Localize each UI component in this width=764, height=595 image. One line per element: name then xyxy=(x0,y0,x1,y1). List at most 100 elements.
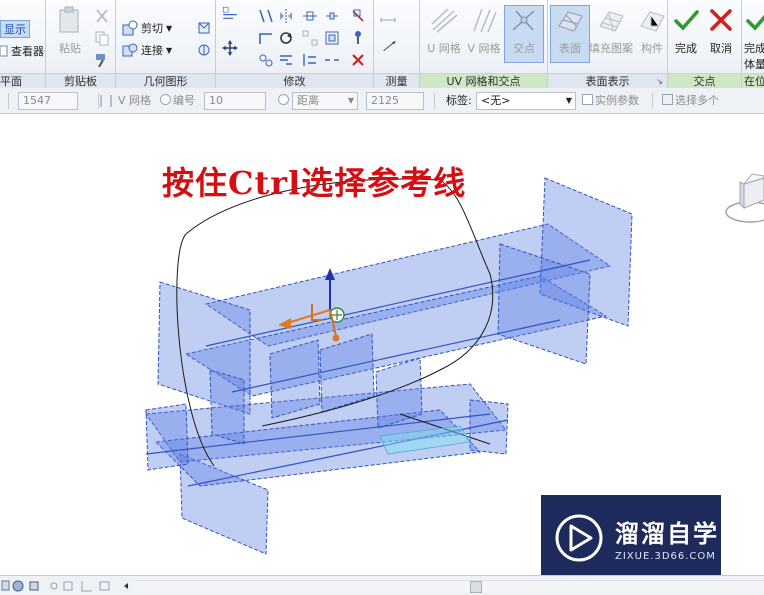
dropdown-arrow-icon: ▼ xyxy=(347,96,354,105)
v-grid-checkbox[interactable]: V 网格 xyxy=(118,93,151,109)
options-bar: 1547 V 网格 编号 10 距离 ▼ 2125 标签: <无> ▼ 实例参数… xyxy=(0,88,764,114)
tag-dropdown[interactable]: <无> ▼ xyxy=(476,92,576,110)
panel-clipboard: 粘贴 剪贴板 xyxy=(46,0,116,88)
panel-title-intersect: 交点 xyxy=(668,73,741,88)
dropdown-arrow-icon: ▼ xyxy=(565,96,572,105)
scale-icon xyxy=(1,580,10,591)
v-grid-button[interactable]: V 网格 xyxy=(464,6,504,56)
extend-icon[interactable] xyxy=(278,52,294,68)
fill-pattern-button[interactable]: 填充图案 xyxy=(588,6,634,56)
u-grid-button[interactable]: U 网格 xyxy=(424,6,464,56)
scrollbar-thumb[interactable] xyxy=(470,581,482,593)
dropdown-arrow-icon: ▼ xyxy=(166,23,173,33)
surface-icon xyxy=(558,11,583,32)
view-controls-icons[interactable] xyxy=(0,576,130,595)
finish-button[interactable]: 完成 xyxy=(668,6,704,56)
component-button[interactable]: 构件 xyxy=(632,6,672,56)
v-grid-icon xyxy=(473,8,497,33)
cancel-x-icon xyxy=(710,9,732,31)
number-radio[interactable]: 编号 xyxy=(160,93,195,109)
unpin-icon[interactable] xyxy=(350,8,366,24)
drawing-area[interactable]: 按住Ctrl选择参考线 溜溜自学 ZIXUE.3D66.COM xyxy=(0,114,764,575)
show-button[interactable]: 显示 xyxy=(0,20,30,38)
panel-title-plane: 平面 xyxy=(0,73,45,88)
panel-title-surface-representation: 表面表示 xyxy=(548,73,667,88)
distance-dropdown[interactable]: 距离 ▼ xyxy=(292,92,358,110)
show-crop-icon xyxy=(99,581,110,591)
split-face-icon[interactable] xyxy=(196,42,212,58)
cancel-button[interactable]: 取消 xyxy=(702,6,740,56)
match-properties-icon[interactable] xyxy=(94,52,110,68)
panel-launcher-icon[interactable]: ↘ xyxy=(656,77,663,86)
visual-style-icon xyxy=(29,581,39,591)
finish-mass-label-1: 完成 xyxy=(744,42,764,55)
mirror-axis-icon[interactable] xyxy=(278,8,294,24)
mirror-draw-icon[interactable] xyxy=(302,8,318,24)
measure-distance-icon[interactable] xyxy=(380,12,412,28)
wall-join-icon[interactable] xyxy=(196,20,212,36)
offset-icon[interactable] xyxy=(258,8,274,24)
viewer-button[interactable]: 查看器 xyxy=(0,43,44,59)
distance-field[interactable]: 2125 xyxy=(366,92,424,110)
panel-geometry: 剪切 ▼ 连接 ▼ 几何图形 xyxy=(116,0,216,88)
instance-param-checkbox[interactable]: 实例参数 xyxy=(582,93,639,109)
cut-geometry-label: 剪切 xyxy=(141,22,163,35)
dropdown-arrow-icon: ▼ xyxy=(166,45,173,55)
trim-multiple-icon[interactable] xyxy=(302,52,318,68)
paste-button[interactable]: 粘贴 xyxy=(50,6,90,56)
finish-label: 完成 xyxy=(675,42,697,55)
reference-plane-block-4 xyxy=(209,369,245,445)
reference-plane-block-1 xyxy=(269,339,321,419)
join-button[interactable]: 连接 ▼ xyxy=(122,42,172,58)
distance-radio[interactable] xyxy=(278,93,291,109)
trim-icon[interactable] xyxy=(258,30,274,46)
view-cube[interactable] xyxy=(725,173,764,223)
radio-icon xyxy=(160,94,171,105)
distance-label: 距离 xyxy=(297,94,319,107)
instruction-caption: 按住Ctrl选择参考线 xyxy=(162,164,467,202)
value-field[interactable]: 1547 xyxy=(18,92,78,110)
scroll-left-icon xyxy=(124,583,128,589)
array-icon[interactable] xyxy=(302,30,318,46)
panel-intersect: 完成 取消 交点 xyxy=(668,0,742,88)
intersect-button[interactable]: 交点 xyxy=(504,5,544,63)
join-icon xyxy=(122,43,138,57)
shadows-icon xyxy=(63,581,73,591)
dimension-icon[interactable] xyxy=(382,38,412,62)
component-icon xyxy=(640,11,665,32)
delete-icon[interactable] xyxy=(350,52,366,68)
rotate-icon[interactable] xyxy=(278,30,294,46)
panel-title-clipboard: 剪贴板 xyxy=(46,73,115,88)
split-icon[interactable] xyxy=(324,8,340,24)
align-icon[interactable] xyxy=(222,6,248,32)
surface-button[interactable]: 表面 xyxy=(550,5,590,63)
copy-element-icon[interactable] xyxy=(258,52,274,68)
panel-modify: 修改 xyxy=(216,0,374,88)
panel-plane: 显示 查看器 平面 xyxy=(0,0,46,88)
split-gap-icon[interactable] xyxy=(324,52,340,68)
copy-icon[interactable] xyxy=(94,30,110,46)
select-multiple-checkbox[interactable]: 选择多个 xyxy=(662,93,719,109)
cancel-label: 取消 xyxy=(710,42,732,55)
number-field[interactable]: 10 xyxy=(204,92,266,110)
cut-geometry-icon xyxy=(122,20,138,36)
finish-mass-button[interactable]: 完成 体量 xyxy=(744,6,764,72)
scale-icon[interactable] xyxy=(324,30,340,46)
panel-uv-grid: U 网格 V 网格 交点 UV 网格和交点 xyxy=(420,0,548,88)
panel-title-measure: 测量 xyxy=(374,73,419,88)
panel-title-modify: 修改 xyxy=(216,73,373,88)
u-grid-icon xyxy=(431,8,458,33)
checkbox-icon xyxy=(662,94,673,105)
revit-window: 显示 查看器 平面 粘贴 剪贴板 剪切 ▼ 连接 ▼ 几何图形 修改 测量 U … xyxy=(0,0,764,595)
panel-title-geometry: 几何图形 xyxy=(116,73,215,88)
reference-plane-block-6 xyxy=(145,403,189,471)
move-icon[interactable] xyxy=(222,40,248,66)
cut-geometry-button[interactable]: 剪切 ▼ xyxy=(122,20,172,36)
cut-icon[interactable] xyxy=(94,8,110,24)
horizontal-scrollbar[interactable] xyxy=(134,580,764,593)
pin-icon[interactable] xyxy=(350,30,366,46)
intersect-label: 交点 xyxy=(513,42,535,55)
intersect-icon xyxy=(512,10,535,31)
surface-label: 表面 xyxy=(559,42,581,55)
panel-measure: 测量 xyxy=(374,0,420,88)
